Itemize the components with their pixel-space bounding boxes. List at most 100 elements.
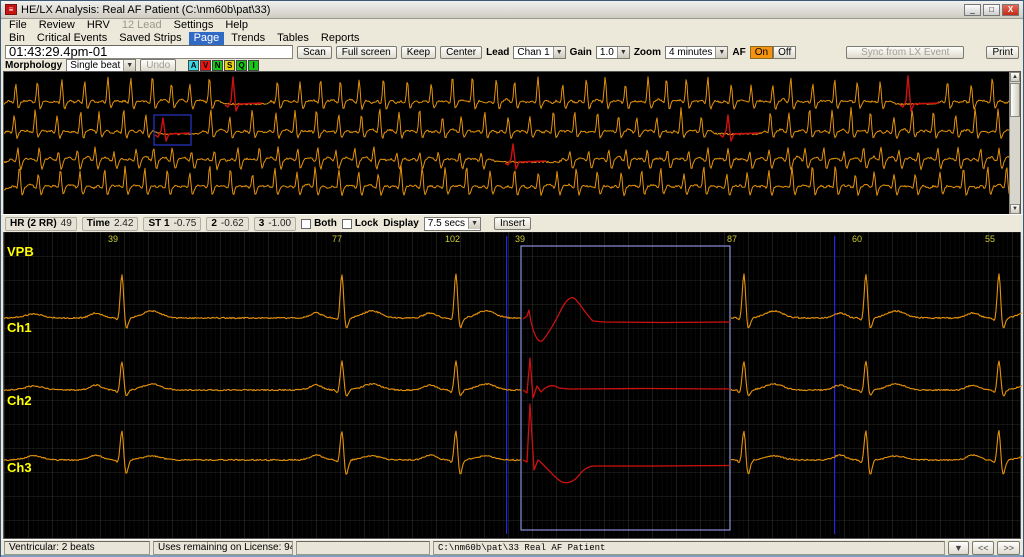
beat-class-i-button[interactable]: I <box>248 60 259 71</box>
overview-scrollbar[interactable]: ▲ ▼ <box>1009 72 1020 214</box>
beat-class-a-button[interactable]: A <box>188 60 199 71</box>
display-dropdown[interactable]: 7.5 secs ▼ <box>424 217 481 231</box>
chevron-down-icon[interactable]: ▼ <box>617 47 629 58</box>
app-icon: ≡ <box>5 4 17 15</box>
menu-review[interactable]: Review <box>34 19 80 32</box>
chevron-down-icon[interactable]: ▼ <box>553 47 565 58</box>
svg-text:Ch1: Ch1 <box>7 320 32 335</box>
both-checkbox[interactable] <box>301 219 311 229</box>
insert-button[interactable]: Insert <box>494 217 531 230</box>
gain-label: Gain <box>570 47 592 58</box>
menu-12lead: 12 Lead <box>117 19 167 32</box>
keep-button[interactable]: Keep <box>401 46 436 59</box>
chevron-down-icon[interactable]: ▼ <box>123 60 135 71</box>
af-label: AF <box>732 47 745 58</box>
af-off-button[interactable]: Off <box>773 46 796 59</box>
menu-saved-strips[interactable]: Saved Strips <box>114 32 186 45</box>
display-label: Display <box>383 218 419 229</box>
hr-value: 49 <box>61 218 72 229</box>
time-readout: Time 2.42 <box>82 217 139 231</box>
st1-value: -0.75 <box>174 218 197 229</box>
zoom-label: Zoom <box>634 47 661 58</box>
chevron-down-icon[interactable]: ▼ <box>715 47 727 58</box>
svg-text:39: 39 <box>515 234 525 244</box>
beat-class-v-button[interactable]: V <box>200 60 211 71</box>
undo-button: Undo <box>140 59 176 72</box>
measurement-bar: HR (2 RR) 49 Time 2.42 ST 1 -0.75 2 -0.6… <box>1 214 1023 232</box>
menu-help[interactable]: Help <box>220 19 253 32</box>
time-field[interactable]: 01:43:29.4pm-01 <box>5 45 293 59</box>
gain-dropdown[interactable]: 1.0 ▼ <box>596 46 630 59</box>
close-button[interactable]: X <box>1002 4 1019 16</box>
time-label: Time <box>87 218 110 229</box>
scan-button[interactable]: Scan <box>297 46 332 59</box>
lock-label: Lock <box>355 218 378 229</box>
display-value: 7.5 secs <box>425 218 468 229</box>
strip-forward-button[interactable]: >> <box>997 541 1020 555</box>
both-label: Both <box>314 218 337 229</box>
gain-value: 1.0 <box>597 47 617 58</box>
print-button[interactable]: Print <box>986 46 1019 59</box>
menu-reports[interactable]: Reports <box>316 32 365 45</box>
overview-ecg-panel[interactable]: ▲ ▼ <box>3 71 1021 214</box>
status-ventricular: Ventricular: 2 beats <box>4 541 150 555</box>
scroll-down-icon[interactable]: ▼ <box>1010 204 1020 214</box>
strip-ecg-waveforms[interactable]: 397710239876055VPBCh1Ch2Ch3 <box>4 232 1022 539</box>
beat-class-s-button[interactable]: S <box>224 60 235 71</box>
title-bar: ≡ HE/LX Analysis: Real AF Patient (C:\nm… <box>1 1 1023 19</box>
app-window: ≡ HE/LX Analysis: Real AF Patient (C:\nm… <box>0 0 1024 557</box>
status-license: Uses remaining on License: 945 <box>153 541 293 555</box>
menu-page[interactable]: Page <box>189 32 225 45</box>
strip-ecg-panel[interactable]: 397710239876055VPBCh1Ch2Ch3 <box>3 232 1021 539</box>
scrollbar-thumb[interactable] <box>1010 83 1020 117</box>
lead-label: Lead <box>486 47 509 58</box>
center-button[interactable]: Center <box>440 46 482 59</box>
overview-ecg-waveforms[interactable] <box>4 72 1012 215</box>
morphology-label: Morphology <box>5 60 62 71</box>
st3-label: 3 <box>259 218 265 229</box>
zoom-value: 4 minutes <box>666 47 715 58</box>
morphology-dropdown[interactable]: Single beat ▼ <box>66 59 136 72</box>
minimize-button[interactable]: _ <box>964 4 981 16</box>
beat-class-n-button[interactable]: N <box>212 60 223 71</box>
st2-value: -0.62 <box>221 218 244 229</box>
st1-label: ST 1 <box>148 218 169 229</box>
zoom-dropdown[interactable]: 4 minutes ▼ <box>665 46 728 59</box>
scroll-up-icon[interactable]: ▲ <box>1010 72 1020 82</box>
window-title: HE/LX Analysis: Real AF Patient (C:\nm60… <box>21 4 270 16</box>
full-screen-button[interactable]: Full screen <box>336 46 397 59</box>
menu-tables[interactable]: Tables <box>272 32 314 45</box>
menu-hrv[interactable]: HRV <box>82 19 115 32</box>
hr-label: HR (2 RR) <box>10 218 57 229</box>
beat-class-q-button[interactable]: Q <box>236 60 247 71</box>
af-on-button[interactable]: On <box>750 46 773 59</box>
chevron-down-icon[interactable]: ▼ <box>468 218 480 229</box>
scrollbar-track[interactable] <box>1010 118 1020 204</box>
st2-readout: 2 -0.62 <box>206 217 248 231</box>
menu-file[interactable]: File <box>4 19 32 32</box>
svg-text:77: 77 <box>332 234 342 244</box>
lead-dropdown[interactable]: Chan 1 ▼ <box>513 46 565 59</box>
menu-settings[interactable]: Settings <box>169 19 219 32</box>
st3-readout: 3 -1.00 <box>254 217 296 231</box>
svg-text:87: 87 <box>727 234 737 244</box>
hr-readout: HR (2 RR) 49 <box>5 217 77 231</box>
status-patient-path: C:\nm60b\pat\33 Real AF Patient <box>433 541 945 555</box>
time-value: 2.42 <box>114 218 133 229</box>
svg-text:60: 60 <box>852 234 862 244</box>
lock-checkbox[interactable] <box>342 219 352 229</box>
status-dropdown-icon[interactable]: ▼ <box>948 541 969 555</box>
menu-bar: File Review HRV 12 Lead Settings Help <box>1 19 1023 32</box>
sync-lx-button: Sync from LX Event <box>846 46 964 59</box>
svg-text:VPB: VPB <box>7 244 34 259</box>
svg-text:39: 39 <box>108 234 118 244</box>
maximize-button[interactable]: □ <box>983 4 1000 16</box>
morphology-value: Single beat <box>67 60 123 71</box>
main-toolbar: 01:43:29.4pm-01 Scan Full screen Keep Ce… <box>1 45 1023 59</box>
status-bar: Ventricular: 2 beats Uses remaining on L… <box>1 539 1023 557</box>
strip-back-button[interactable]: << <box>972 541 995 555</box>
st2-label: 2 <box>211 218 217 229</box>
menu-trends[interactable]: Trends <box>226 32 270 45</box>
svg-text:55: 55 <box>985 234 995 244</box>
view-menu-bar: Bin Critical Events Saved Strips Page Tr… <box>1 32 1023 45</box>
